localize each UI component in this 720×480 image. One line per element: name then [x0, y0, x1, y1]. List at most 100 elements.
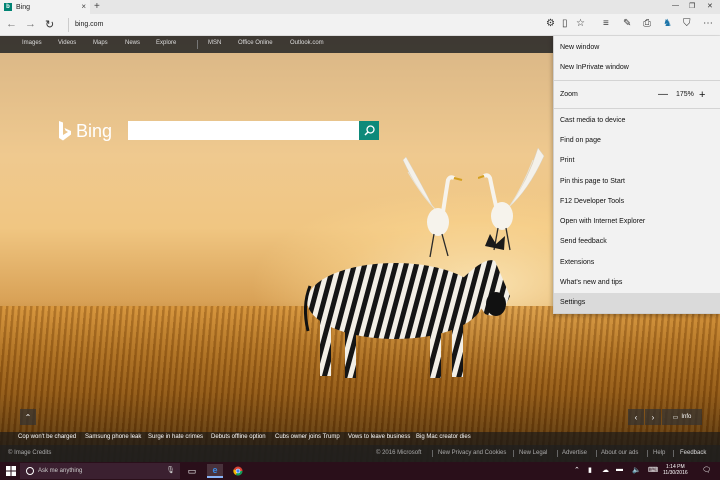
- menu-separator: [554, 80, 720, 81]
- chevron-right-icon: ›: [651, 412, 655, 422]
- windows-start-icon[interactable]: [6, 466, 16, 476]
- new-tab-button[interactable]: +: [94, 1, 100, 12]
- tab-bing[interactable]: b Bing ×: [0, 0, 90, 14]
- cortana-search-box[interactable]: Ask me anything 🎙: [20, 463, 180, 479]
- menu-item-open-with-ie[interactable]: Open with Internet Explorer: [554, 212, 720, 232]
- bing-b-icon: [59, 121, 71, 141]
- news-item[interactable]: Samsung phone leak: [85, 434, 141, 440]
- nav-link-outlook[interactable]: Outlook.com: [290, 40, 324, 46]
- web-note-icon[interactable]: ✎: [623, 18, 631, 29]
- tab-title: Bing: [16, 3, 31, 11]
- menu-item-pin-to-start[interactable]: Pin this page to Start: [554, 172, 720, 192]
- battery-icon[interactable]: ▬: [616, 466, 623, 473]
- volume-icon[interactable]: 🔈: [632, 466, 641, 474]
- info-button[interactable]: ▭ Info: [662, 409, 702, 425]
- menu-item-print[interactable]: Print: [554, 151, 720, 171]
- hub-icon[interactable]: ≡: [603, 18, 609, 29]
- image-info-icon: ▭: [672, 414, 679, 421]
- favorite-star-icon[interactable]: ☆: [576, 18, 585, 29]
- footer-link-about-ads[interactable]: About our ads: [601, 450, 638, 456]
- footer-link-help[interactable]: Help: [653, 450, 665, 456]
- news-item[interactable]: Debuts offline option: [211, 434, 266, 440]
- tray-overflow-icon[interactable]: ⌃: [574, 466, 580, 474]
- nav-link-videos[interactable]: Videos: [58, 40, 76, 46]
- network-icon[interactable]: ▮: [588, 466, 592, 474]
- action-center-icon[interactable]: 🗨: [702, 466, 711, 474]
- bing-favicon-icon: b: [4, 3, 12, 11]
- forward-arrow-icon[interactable]: →: [25, 18, 36, 30]
- clock-date: 11/30/2016: [663, 470, 688, 476]
- search-button[interactable]: [359, 121, 379, 140]
- back-arrow-icon[interactable]: ←: [6, 18, 17, 30]
- news-toggle-button[interactable]: ⌃: [20, 409, 36, 425]
- nav-link-office-online[interactable]: Office Online: [238, 40, 273, 46]
- footer-divider: [432, 450, 433, 457]
- menu-item-extensions[interactable]: Extensions: [554, 253, 720, 273]
- menu-item-find-on-page[interactable]: Find on page: [554, 131, 720, 151]
- close-window-icon[interactable]: ✕: [707, 2, 713, 10]
- chevron-left-icon: ‹: [634, 412, 638, 422]
- footer-link-legal[interactable]: New Legal: [519, 450, 547, 456]
- edge-app-icon[interactable]: e: [207, 464, 223, 478]
- zoom-label: Zoom: [560, 91, 578, 98]
- bing-footer: © Image Credits © 2016 Microsoft New Pri…: [0, 445, 720, 462]
- search-icon: [363, 125, 375, 136]
- share-icon[interactable]: ⎙: [643, 18, 651, 29]
- previous-image-button[interactable]: ‹: [628, 409, 644, 425]
- footer-link-privacy[interactable]: New Privacy and Cookies: [438, 450, 506, 456]
- news-item[interactable]: Vows to leave business: [348, 434, 410, 440]
- nav-divider: [197, 40, 198, 49]
- footer-divider: [647, 450, 648, 457]
- extension-badge-icon[interactable]: ♞: [663, 18, 672, 29]
- refresh-icon[interactable]: ↻: [45, 18, 54, 31]
- menu-separator: [554, 108, 720, 109]
- news-item[interactable]: Cubs owner joins Trump: [275, 434, 340, 440]
- footer-link-advertise[interactable]: Advertise: [562, 450, 587, 456]
- system-clock[interactable]: 1:14 PM 11/30/2016: [663, 464, 688, 476]
- menu-item-send-feedback[interactable]: Send feedback: [554, 232, 720, 252]
- zoom-in-button[interactable]: +: [699, 85, 705, 105]
- minimize-icon[interactable]: —: [672, 2, 679, 9]
- image-carousel-controls: ‹ › ▭ Info: [628, 409, 702, 425]
- news-item[interactable]: Cop won't be charged: [18, 434, 76, 440]
- extension-icon[interactable]: ⚙: [546, 18, 555, 29]
- task-view-icon[interactable]: ▭: [184, 464, 200, 478]
- address-bar[interactable]: bing.com: [68, 18, 103, 32]
- zoom-out-button[interactable]: —: [658, 85, 668, 105]
- menu-item-new-inprivate-window[interactable]: New InPrivate window: [554, 58, 720, 78]
- nav-link-maps[interactable]: Maps: [93, 40, 108, 46]
- menu-item-f12-developer-tools[interactable]: F12 Developer Tools: [554, 192, 720, 212]
- reading-view-icon[interactable]: ▯: [562, 18, 568, 29]
- search-input[interactable]: [128, 121, 359, 140]
- more-actions-menu: New window New InPrivate window Zoom — 1…: [553, 36, 720, 314]
- chrome-app-icon[interactable]: [230, 464, 246, 478]
- menu-item-whats-new[interactable]: What's new and tips: [554, 273, 720, 293]
- footer-divider: [596, 450, 597, 457]
- footer-divider: [673, 450, 674, 457]
- image-credits-link[interactable]: © Image Credits: [8, 450, 51, 456]
- nav-link-explore[interactable]: Explore: [156, 40, 176, 46]
- more-menu-icon[interactable]: ⋯: [703, 18, 713, 29]
- keyboard-icon[interactable]: ⌨: [648, 466, 658, 474]
- maximize-icon[interactable]: ❐: [689, 2, 695, 10]
- menu-item-new-window[interactable]: New window: [554, 38, 720, 58]
- onedrive-icon[interactable]: ☁: [602, 466, 609, 474]
- menu-item-settings[interactable]: Settings: [554, 293, 720, 313]
- next-image-button[interactable]: ›: [645, 409, 661, 425]
- microphone-icon[interactable]: 🎙: [166, 466, 175, 474]
- tab-close-icon[interactable]: ×: [81, 2, 86, 11]
- news-item[interactable]: Surge in hate crimes: [148, 434, 203, 440]
- taskbar: Ask me anything 🎙 ▭ e ⌃ ▮ ☁ ▬ 🔈 ⌨ 1:14 P…: [0, 462, 720, 480]
- nav-link-msn[interactable]: MSN: [208, 40, 221, 46]
- menu-item-zoom: Zoom — 175% +: [554, 85, 720, 105]
- menu-item-cast-media[interactable]: Cast media to device: [554, 111, 720, 131]
- copyright-text: © 2016 Microsoft: [376, 450, 422, 456]
- nav-link-images[interactable]: Images: [22, 40, 42, 46]
- nav-link-news[interactable]: News: [125, 40, 140, 46]
- news-item[interactable]: Big Mac creator dies: [416, 434, 471, 440]
- zebra-image: [303, 234, 510, 378]
- footer-link-feedback[interactable]: Feedback: [680, 450, 706, 456]
- pocket-icon[interactable]: ⛉: [683, 18, 691, 29]
- info-label: Info: [681, 414, 692, 420]
- bing-logo-text: Bing: [76, 120, 113, 141]
